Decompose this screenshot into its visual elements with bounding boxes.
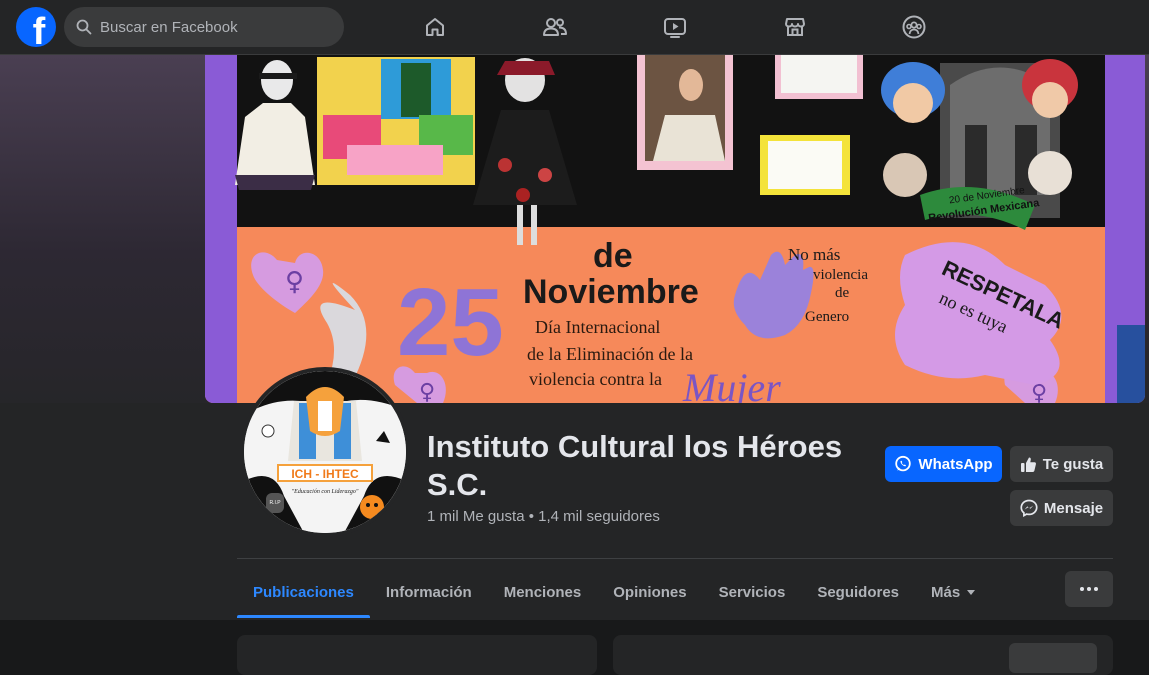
message-button[interactable]: Mensaje	[1010, 490, 1113, 526]
logo-motto: "Educación con Liderazgo"	[292, 489, 359, 495]
cover-photo[interactable]: 25 de Noviembre Día Internacional de la …	[205, 55, 1145, 403]
facebook-logo-icon[interactable]: f	[16, 7, 56, 47]
cover-text-dia-2: de la Eliminación de la	[527, 344, 693, 364]
search-icon	[76, 19, 92, 35]
home-icon[interactable]	[416, 8, 454, 46]
thumbs-up-icon	[1020, 457, 1036, 472]
like-label: Te gusta	[1042, 455, 1104, 473]
tab-mas[interactable]: Más	[915, 566, 992, 618]
tab-publicaciones[interactable]: Publicaciones	[237, 566, 370, 618]
cover-text-dia-3: violencia contra la	[529, 369, 662, 389]
filter-chip[interactable]	[1009, 643, 1097, 673]
search-box[interactable]	[64, 7, 344, 47]
cover-text-dia-1: Día Internacional	[535, 317, 660, 337]
cover-text-nomas-2: violencia	[813, 267, 868, 283]
header-divider	[237, 558, 1113, 559]
dot-icon	[1080, 587, 1084, 591]
tab-label: Publicaciones	[253, 583, 354, 601]
tab-seguidores[interactable]: Seguidores	[801, 566, 915, 618]
whatsapp-icon	[895, 455, 912, 472]
cover-text-nomas-3: de	[835, 285, 850, 301]
cover-text-nomas-1: No más	[788, 245, 840, 264]
post-composer-card	[613, 635, 1113, 675]
tombstone-text: R.I.P	[269, 500, 281, 506]
message-label: Mensaje	[1043, 499, 1104, 517]
tab-menciones[interactable]: Menciones	[488, 566, 598, 618]
groups-icon[interactable]	[895, 8, 933, 46]
dot-icon	[1087, 587, 1091, 591]
whatsapp-label: WhatsApp	[918, 455, 993, 473]
cover-text-nomas-4: Genero	[805, 309, 849, 325]
marketplace-icon[interactable]	[776, 8, 814, 46]
tab-label: Opiniones	[613, 583, 687, 601]
female-symbol-icon: ♀	[285, 267, 304, 297]
female-symbol-icon: ♀	[419, 380, 435, 403]
search-input[interactable]	[100, 18, 320, 36]
intro-card	[237, 635, 597, 675]
institution-logo: ICH - IHTEC "Educación con Liderazgo" R.…	[244, 371, 406, 533]
whatsapp-button[interactable]: WhatsApp	[885, 446, 1002, 482]
tab-label: Menciones	[503, 583, 582, 601]
dot-icon	[1094, 587, 1098, 591]
top-navigation-bar: f	[0, 0, 1149, 55]
cover-text-mujer: Mujer	[682, 365, 781, 403]
tab-servicios[interactable]: Servicios	[703, 566, 802, 618]
logo-text: ICH - IHTEC	[291, 467, 359, 481]
cover-text-de: de	[593, 237, 633, 275]
page-stats[interactable]: 1 mil Me gusta • 1,4 mil seguidores	[427, 508, 660, 525]
cover-text-noviembre: Noviembre	[523, 273, 699, 311]
page-avatar[interactable]: ICH - IHTEC "Educación con Liderazgo" R.…	[240, 367, 410, 537]
tab-informacion[interactable]: Información	[370, 566, 488, 618]
cover-number-25: 25	[397, 269, 504, 376]
tab-label: Seguidores	[817, 583, 899, 601]
tab-opiniones[interactable]: Opiniones	[597, 566, 702, 618]
cover-photo-illustration: 25 de Noviembre Día Internacional de la …	[205, 55, 1145, 403]
friends-icon[interactable]	[536, 8, 574, 46]
tab-label: Más	[931, 583, 961, 601]
tab-label: Información	[385, 583, 472, 601]
like-button[interactable]: Te gusta	[1010, 446, 1113, 482]
tab-label: Servicios	[718, 583, 786, 601]
page-title: Instituto Cultural los Héroes S.C.	[427, 429, 843, 502]
more-options-button[interactable]	[1065, 571, 1113, 607]
caret-down-icon	[967, 590, 976, 595]
messenger-icon	[1020, 499, 1038, 517]
page-tabs: Publicaciones Información Menciones Opin…	[237, 566, 992, 618]
video-icon[interactable]	[656, 8, 694, 46]
